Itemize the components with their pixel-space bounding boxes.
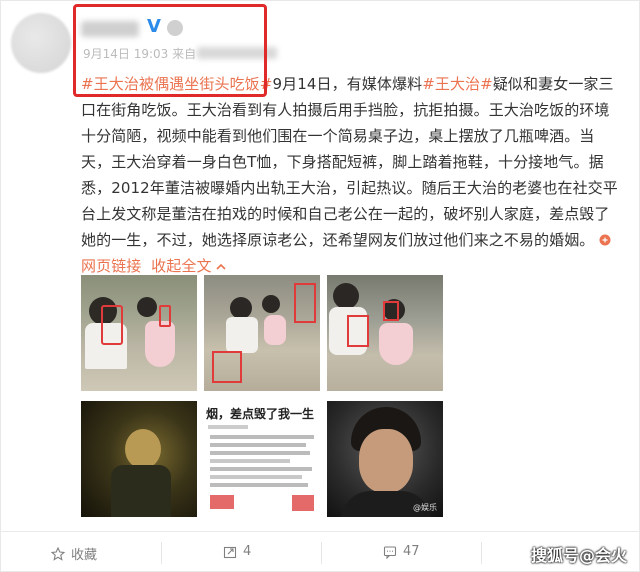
- collapse-link[interactable]: 收起全文: [146, 257, 227, 275]
- favorite-button[interactable]: 收藏: [51, 544, 97, 563]
- comment-button[interactable]: 47: [383, 544, 420, 559]
- divider: [161, 542, 162, 564]
- photo-caption: @娱乐: [413, 503, 437, 512]
- photo-3[interactable]: [327, 275, 443, 391]
- photo-5-article-screenshot[interactable]: 烟，差点毁了我一生: [204, 401, 320, 517]
- avatar[interactable]: [11, 13, 71, 73]
- watermark: 搜狐号@会火: [530, 546, 627, 565]
- content-text-2: 疑似和妻女一家三口在街角吃饭。王大治看到有人拍摄后用手挡脸，抗拒拍摄。王大治吃饭…: [81, 75, 618, 249]
- favorite-label: 收藏: [71, 548, 98, 563]
- post-content: #王大治被偶遇坐街头吃饭#9月14日，有媒体爆料#王大治#疑似和妻女一家三口在街…: [81, 71, 621, 279]
- topic-link-secondary[interactable]: #王大治#: [422, 75, 493, 93]
- comment-icon: [383, 545, 397, 559]
- comment-count: 47: [403, 544, 420, 559]
- article-screenshot-title: 烟，差点毁了我一生: [206, 407, 315, 421]
- action-bar: 收藏 4 47 搜狐号@会火: [1, 531, 640, 572]
- repost-icon: [223, 546, 237, 558]
- divider: [321, 542, 322, 564]
- link-icon: [599, 234, 611, 246]
- divider: [481, 542, 482, 564]
- photo-4[interactable]: [81, 401, 197, 517]
- content-text-1: 9月14日，有媒体爆料: [272, 75, 423, 93]
- chevron-up-icon: [216, 263, 227, 270]
- star-icon: [51, 546, 65, 561]
- repost-button[interactable]: 4: [223, 544, 251, 559]
- highlight-box: [73, 4, 267, 97]
- photo-2[interactable]: [204, 275, 320, 391]
- repost-count: 4: [243, 544, 252, 559]
- photo-1[interactable]: [81, 275, 197, 391]
- weibo-post-card: V 9月14日 19:03 来自 #王大治被偶遇坐街头吃饭#9月14日，有媒体爆…: [0, 0, 640, 572]
- photo-6-portrait[interactable]: @娱乐: [327, 401, 443, 517]
